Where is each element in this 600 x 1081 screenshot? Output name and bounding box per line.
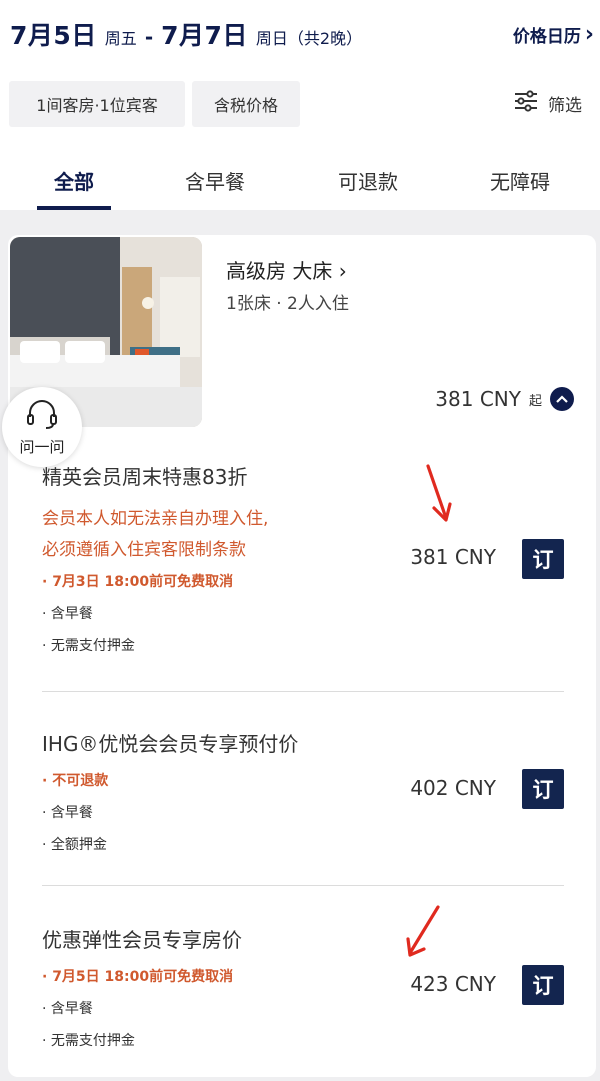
price-calendar-label: 价格日历 xyxy=(512,27,581,47)
room-price[interactable]: 381 CNY 起 xyxy=(435,387,574,411)
cancellation-policy: · 7月3日 18:00前可免费取消 xyxy=(42,574,234,590)
rate-warning-line: 会员本人如无法亲自办理入住, xyxy=(42,509,269,529)
breakfast-info: · 含早餐 xyxy=(42,1001,93,1017)
checkout-date: 7月7日 xyxy=(161,21,248,50)
tax-price-chip[interactable]: 含税价格 xyxy=(192,81,300,127)
annotation-arrow-1 xyxy=(426,464,452,522)
ask-help-label: 问一问 xyxy=(19,437,65,456)
tab-all[interactable]: 全部 xyxy=(19,166,129,195)
checkout-weekday: 周日（共2晚） xyxy=(255,29,363,48)
room-title: 高级房 大床 › xyxy=(226,259,347,283)
rate-name: 优惠弹性会员专享房价 xyxy=(42,928,242,952)
rooms-guests-chip[interactable]: 1间客房·1位宾客 xyxy=(9,81,185,127)
sliders-icon xyxy=(514,90,538,117)
rate-price: 423 CNY xyxy=(410,972,496,996)
top-bar: 7月5日 周五 - 7月7日 周日（共2晚） 价格日历 › 1间客房·1位宾客 … xyxy=(0,0,600,210)
chevron-right-icon: › xyxy=(584,22,594,47)
rate-name: 精英会员周末特惠83折 xyxy=(42,465,248,489)
filter-label: 筛选 xyxy=(548,96,582,116)
active-tab-indicator xyxy=(37,206,111,210)
breakfast-info: · 含早餐 xyxy=(42,606,93,622)
headset-icon xyxy=(25,399,59,434)
room-header[interactable]: 高级房 大床 › 1张床 · 2人入住 381 CNY 起 xyxy=(8,235,596,430)
rate-plan-3: 优惠弹性会员专享房价 · 7月5日 18:00前可免费取消 · 含早餐 · 无需… xyxy=(42,924,564,1064)
divider xyxy=(42,885,564,886)
tax-price-label: 含税价格 xyxy=(213,96,278,115)
deposit-info: · 无需支付押金 xyxy=(42,638,135,654)
chevron-up-icon[interactable] xyxy=(550,387,574,411)
price-calendar-link[interactable]: 价格日历 › xyxy=(513,22,594,47)
room-subtitle: 1张床 · 2人入住 xyxy=(226,294,349,314)
rate-price: 381 CNY xyxy=(410,545,496,569)
date-separator: - xyxy=(144,25,154,49)
filter-button[interactable]: 筛选 xyxy=(514,90,582,117)
room-price-amount: 381 CNY xyxy=(435,387,521,411)
divider xyxy=(42,691,564,692)
rate-plan-1: 精英会员周末特惠83折 会员本人如无法亲自办理入住, 必须遵循入住宾客限制条款 … xyxy=(42,461,564,661)
room-price-suffix: 起 xyxy=(528,393,542,409)
deposit-info: · 全额押金 xyxy=(42,837,107,853)
book-button[interactable]: 订 xyxy=(522,769,564,809)
rate-name: IHG®优悦会会员专享预付价 xyxy=(42,732,299,756)
book-button[interactable]: 订 xyxy=(522,965,564,1005)
tab-refundable[interactable]: 可退款 xyxy=(313,166,423,195)
stay-dates[interactable]: 7月5日 周五 - 7月7日 周日（共2晚） xyxy=(10,16,362,52)
tab-bar: 全部 含早餐 可退款 无障碍 xyxy=(0,160,600,210)
checkin-weekday: 周五 xyxy=(104,29,137,48)
tab-accessible[interactable]: 无障碍 xyxy=(465,166,575,195)
breakfast-info: · 含早餐 xyxy=(42,805,93,821)
room-card: 高级房 大床 › 1张床 · 2人入住 381 CNY 起 问一问 精英会员周末… xyxy=(2,235,596,1077)
rate-plan-2: IHG®优悦会会员专享预付价 · 不可退款 · 含早餐 · 全额押金 402 C… xyxy=(42,728,564,868)
rate-price: 402 CNY xyxy=(410,776,496,800)
book-button[interactable]: 订 xyxy=(522,539,564,579)
tab-breakfast[interactable]: 含早餐 xyxy=(160,166,270,195)
rooms-guests-label: 1间客房·1位宾客 xyxy=(36,96,158,115)
annotation-arrow-2 xyxy=(406,905,440,957)
checkin-date: 7月5日 xyxy=(10,21,97,50)
deposit-info: · 无需支付押金 xyxy=(42,1033,135,1049)
ask-help-button[interactable]: 问一问 xyxy=(2,387,82,467)
